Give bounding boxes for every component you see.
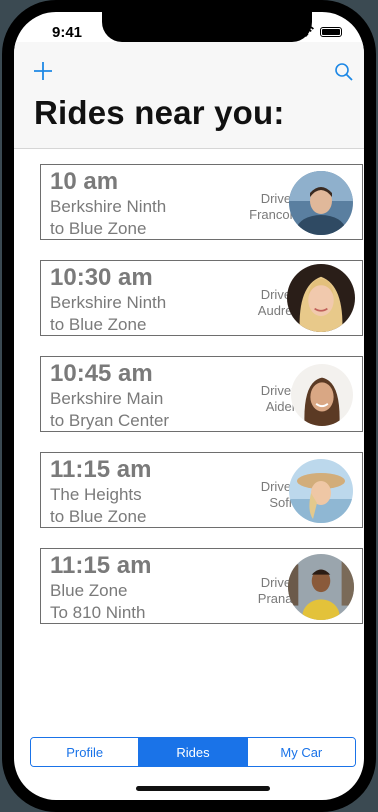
add-icon[interactable] bbox=[32, 60, 54, 82]
ride-destination: to Blue Zone bbox=[50, 315, 147, 334]
ride-origin: The Heights bbox=[50, 485, 142, 504]
ride-route: Berkshire Ninth to Blue Zone bbox=[50, 292, 166, 336]
search-icon[interactable] bbox=[334, 62, 354, 82]
driver-name: Aiden bbox=[265, 399, 299, 414]
tab-rides[interactable]: Rides bbox=[138, 738, 247, 766]
tab-profile[interactable]: Profile bbox=[31, 738, 139, 766]
ride-destination: to Blue Zone bbox=[50, 507, 147, 526]
driver-name: Sofie bbox=[269, 495, 299, 510]
ride-destination: To 810 Ninth bbox=[50, 603, 146, 622]
driver-label: Driver: bbox=[260, 383, 299, 398]
ride-route: Blue Zone To 810 Ninth bbox=[50, 580, 145, 624]
ride-card[interactable]: 10 am Berkshire Ninth to Blue Zone Drive… bbox=[40, 164, 363, 240]
ride-route: Berkshire Ninth to Blue Zone bbox=[50, 196, 166, 240]
ride-origin: Berkshire Main bbox=[50, 389, 164, 408]
ride-card[interactable]: 10:45 am Berkshire Main to Bryan Center … bbox=[40, 356, 363, 432]
driver-avatar bbox=[291, 364, 353, 426]
screen: 9:41 Rides near you: 10 am Berkshire Nin… bbox=[14, 12, 364, 800]
ride-time: 10 am bbox=[50, 168, 119, 195]
tab-bar: Profile Rides My Car bbox=[30, 737, 356, 767]
driver-info: Driver: Aiden bbox=[229, 383, 299, 415]
ride-origin: Blue Zone bbox=[50, 581, 128, 600]
ride-origin: Berkshire Ninth bbox=[50, 197, 167, 216]
ride-destination: to Bryan Center bbox=[50, 411, 170, 430]
ride-card[interactable]: 10:30 am Berkshire Ninth to Blue Zone Dr… bbox=[40, 260, 363, 336]
battery-icon bbox=[320, 27, 342, 37]
signal-icon bbox=[274, 26, 292, 38]
home-indicator[interactable] bbox=[136, 786, 270, 791]
ride-time: 11:15 am bbox=[50, 456, 152, 483]
phone-frame: 9:41 Rides near you: 10 am Berkshire Nin… bbox=[2, 0, 376, 812]
status-icons bbox=[274, 26, 342, 38]
driver-avatar bbox=[288, 554, 354, 620]
status-time: 9:41 bbox=[52, 24, 83, 41]
ride-time: 10:45 am bbox=[50, 360, 153, 387]
wifi-icon bbox=[298, 26, 314, 37]
ride-card[interactable]: 11:15 am The Heights to Blue Zone Driver… bbox=[40, 452, 363, 528]
ride-route: Berkshire Main to Bryan Center bbox=[50, 388, 169, 432]
driver-avatar bbox=[289, 459, 353, 523]
driver-avatar bbox=[289, 171, 353, 235]
header: Rides near you: bbox=[14, 42, 364, 149]
ride-time: 10:30 am bbox=[50, 264, 153, 291]
ride-route: The Heights to Blue Zone bbox=[50, 484, 146, 528]
page-title: Rides near you: bbox=[34, 94, 285, 131]
ride-destination: to Blue Zone bbox=[50, 219, 147, 238]
driver-avatar bbox=[287, 264, 355, 332]
driver-name: Francois bbox=[249, 207, 299, 222]
ride-card[interactable]: 11:15 am Blue Zone To 810 Ninth Driver: … bbox=[40, 548, 363, 624]
ride-time: 11:15 am bbox=[50, 552, 152, 579]
ride-origin: Berkshire Ninth bbox=[50, 293, 167, 312]
tab-my-car[interactable]: My Car bbox=[246, 738, 355, 766]
